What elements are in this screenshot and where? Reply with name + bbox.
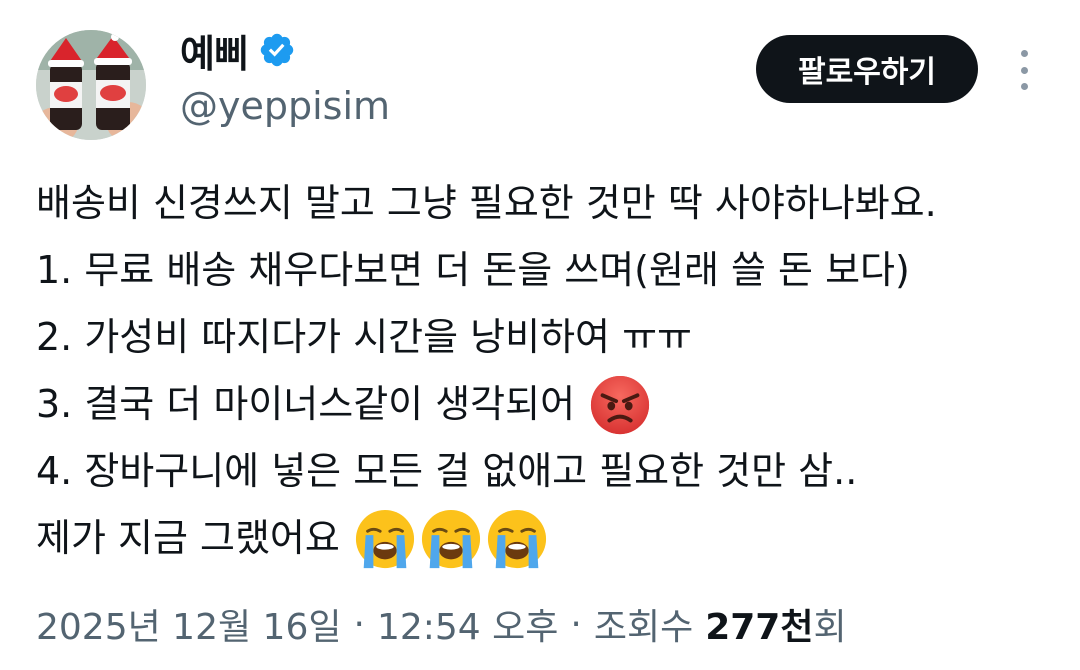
tweet-line-text: 3. 결국 더 마이너스같이 생각되어 [36, 382, 576, 426]
tweet-line-text: 4. 장바구니에 넣은 모든 걸 없애고 필요한 것만 삼.. [36, 449, 858, 493]
user-handle[interactable]: @yeppisim [180, 84, 390, 128]
more-vertical-icon[interactable] [1008, 48, 1040, 92]
tweet-line-text: 제가 지금 그랬어요 [36, 516, 340, 560]
more-dot [1020, 83, 1028, 90]
tweet-line-text: 배송비 신경쓰지 말고 그냥 필요한 것만 딱 사야하나봐요. [36, 181, 937, 225]
angry-face-emoji [591, 375, 650, 434]
display-name[interactable]: 예삐 [180, 23, 249, 78]
tweet-date[interactable]: 2025년 12월 16일 [36, 598, 341, 650]
tweet-meta: 2025년 12월 16일 · 12:54 오후 · 조회수 277천 회 [36, 598, 847, 650]
verified-badge-icon[interactable] [258, 31, 296, 69]
loudly-crying-face-emoji [421, 509, 480, 568]
more-dot [1020, 66, 1028, 74]
more-dot [1020, 50, 1028, 57]
tweet-time[interactable]: 12:54 오후 [377, 598, 558, 650]
views-count[interactable]: 277천 [705, 598, 813, 650]
loudly-crying-face-emoji [355, 509, 414, 568]
tweet-line: 2. 가성비 따지다가 시간을 낭비하여 ㅠㅠ [36, 304, 1066, 371]
views-suffix: 회 [813, 607, 847, 648]
views-label: 조회수 [593, 607, 694, 648]
tweet-line-text: 2. 가성비 따지다가 시간을 낭비하여 ㅠㅠ [36, 315, 693, 359]
meta-separator: · [570, 603, 582, 645]
tweet-text: 배송비 신경쓰지 말고 그냥 필요한 것만 딱 사야하나봐요. 1. 무료 배송… [36, 170, 1066, 572]
meta-separator: · [353, 603, 365, 645]
follow-button[interactable]: 팔로우하기 [756, 35, 978, 103]
tweet-line: 제가 지금 그랬어요 [36, 505, 1066, 572]
avatar-image [36, 30, 146, 140]
author-name-row: 예삐 [180, 26, 296, 76]
loudly-crying-face-emoji [487, 509, 546, 568]
tweet-line: 3. 결국 더 마이너스같이 생각되어 [36, 371, 1066, 438]
tweet-line: 1. 무료 배송 채우다보면 더 돈을 쓰며(원래 쓸 돈 보다) [36, 237, 1066, 304]
tweet-line-text: 1. 무료 배송 채우다보면 더 돈을 쓰며(원래 쓸 돈 보다) [36, 248, 910, 292]
tweet-line: 배송비 신경쓰지 말고 그냥 필요한 것만 딱 사야하나봐요. [36, 170, 1066, 237]
avatar[interactable] [36, 30, 146, 140]
tweet-line: 4. 장바구니에 넣은 모든 걸 없애고 필요한 것만 삼.. [36, 438, 1066, 505]
